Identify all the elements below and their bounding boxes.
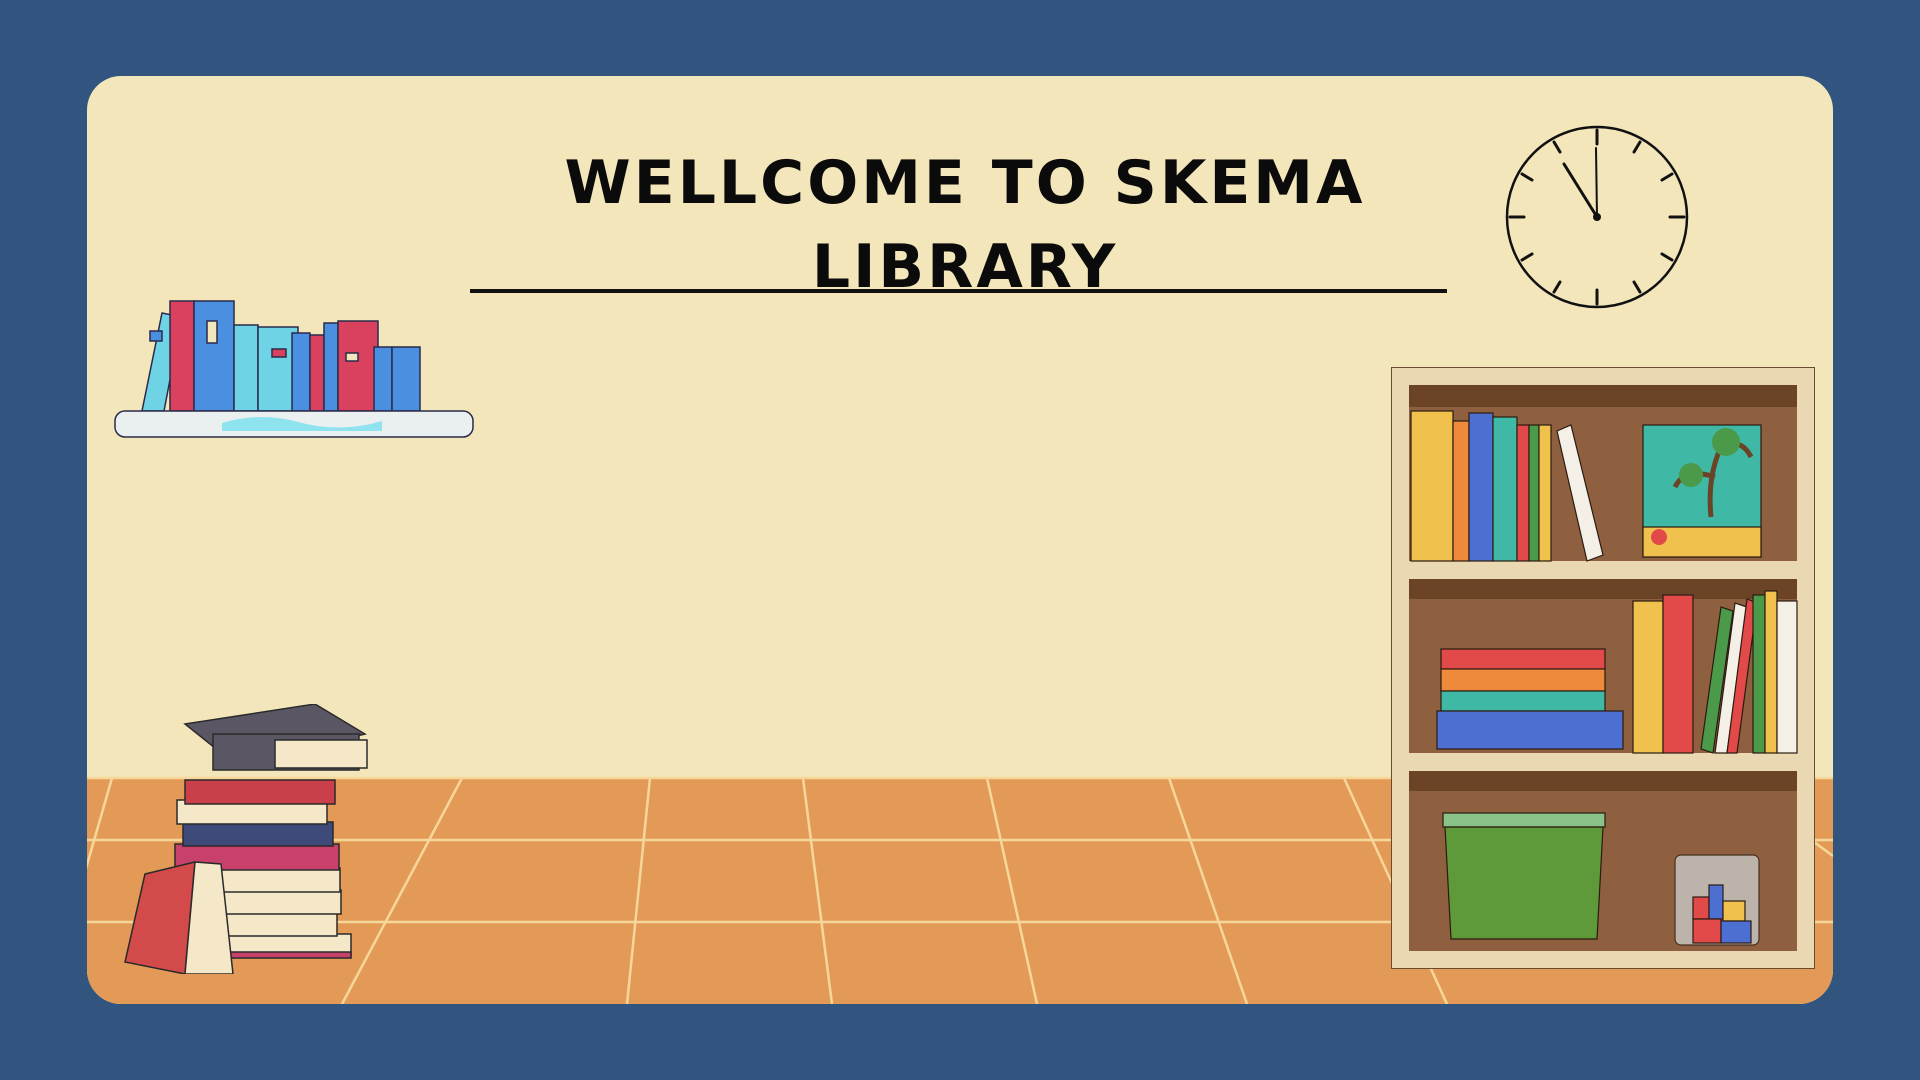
clock-icon — [1505, 125, 1689, 309]
bookcase-illustration — [1391, 367, 1815, 969]
library-scene: WELLCOME TO SKEMA LIBRARY — [87, 76, 1833, 1004]
wall-bookshelf-illustration — [114, 300, 474, 438]
title-underline — [470, 289, 1447, 293]
page-title: WELLCOME TO SKEMA LIBRARY — [564, 148, 1366, 302]
book-stack-illustration — [124, 704, 368, 974]
